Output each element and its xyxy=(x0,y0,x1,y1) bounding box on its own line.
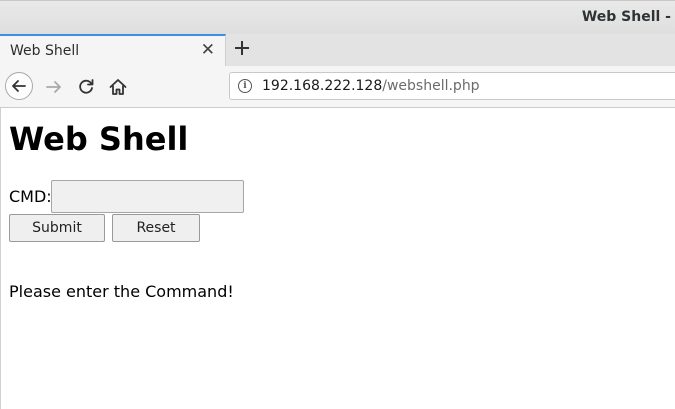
reload-icon xyxy=(79,79,94,94)
tab-strip: Web Shell ✕ xyxy=(0,34,675,66)
url-host: 192.168.222.128 xyxy=(262,78,383,94)
navigation-toolbar: i 192.168.222.128/webshell.php xyxy=(0,66,675,108)
address-text: 192.168.222.128/webshell.php xyxy=(262,78,480,94)
cmd-label: CMD: xyxy=(9,187,52,206)
window-title: Web Shell - xyxy=(581,9,671,25)
home-icon xyxy=(109,79,127,95)
home-button[interactable] xyxy=(107,76,129,98)
close-icon[interactable]: ✕ xyxy=(201,40,215,60)
cmd-input[interactable] xyxy=(51,180,244,213)
tab-title: Web Shell xyxy=(10,43,80,59)
forward-arrow-icon xyxy=(46,81,61,93)
tab-web-shell[interactable]: Web Shell ✕ xyxy=(0,34,226,66)
page-title: Web Shell xyxy=(9,120,189,158)
url-path: /webshell.php xyxy=(382,78,480,94)
back-button[interactable] xyxy=(5,72,33,100)
status-message: Please enter the Command! xyxy=(9,282,234,301)
address-bar[interactable]: i 192.168.222.128/webshell.php xyxy=(229,72,675,100)
back-arrow-icon xyxy=(12,80,26,92)
forward-button[interactable] xyxy=(43,76,65,98)
plus-icon xyxy=(235,41,249,55)
reload-button[interactable] xyxy=(75,76,97,98)
reset-button[interactable]: Reset xyxy=(112,214,200,242)
new-tab-button[interactable] xyxy=(231,37,253,61)
submit-button[interactable]: Submit xyxy=(9,214,105,242)
window-title-bar: Web Shell - xyxy=(0,0,675,35)
page-content: Web Shell CMD: Submit Reset Please enter… xyxy=(0,108,675,409)
info-icon[interactable]: i xyxy=(238,79,252,93)
